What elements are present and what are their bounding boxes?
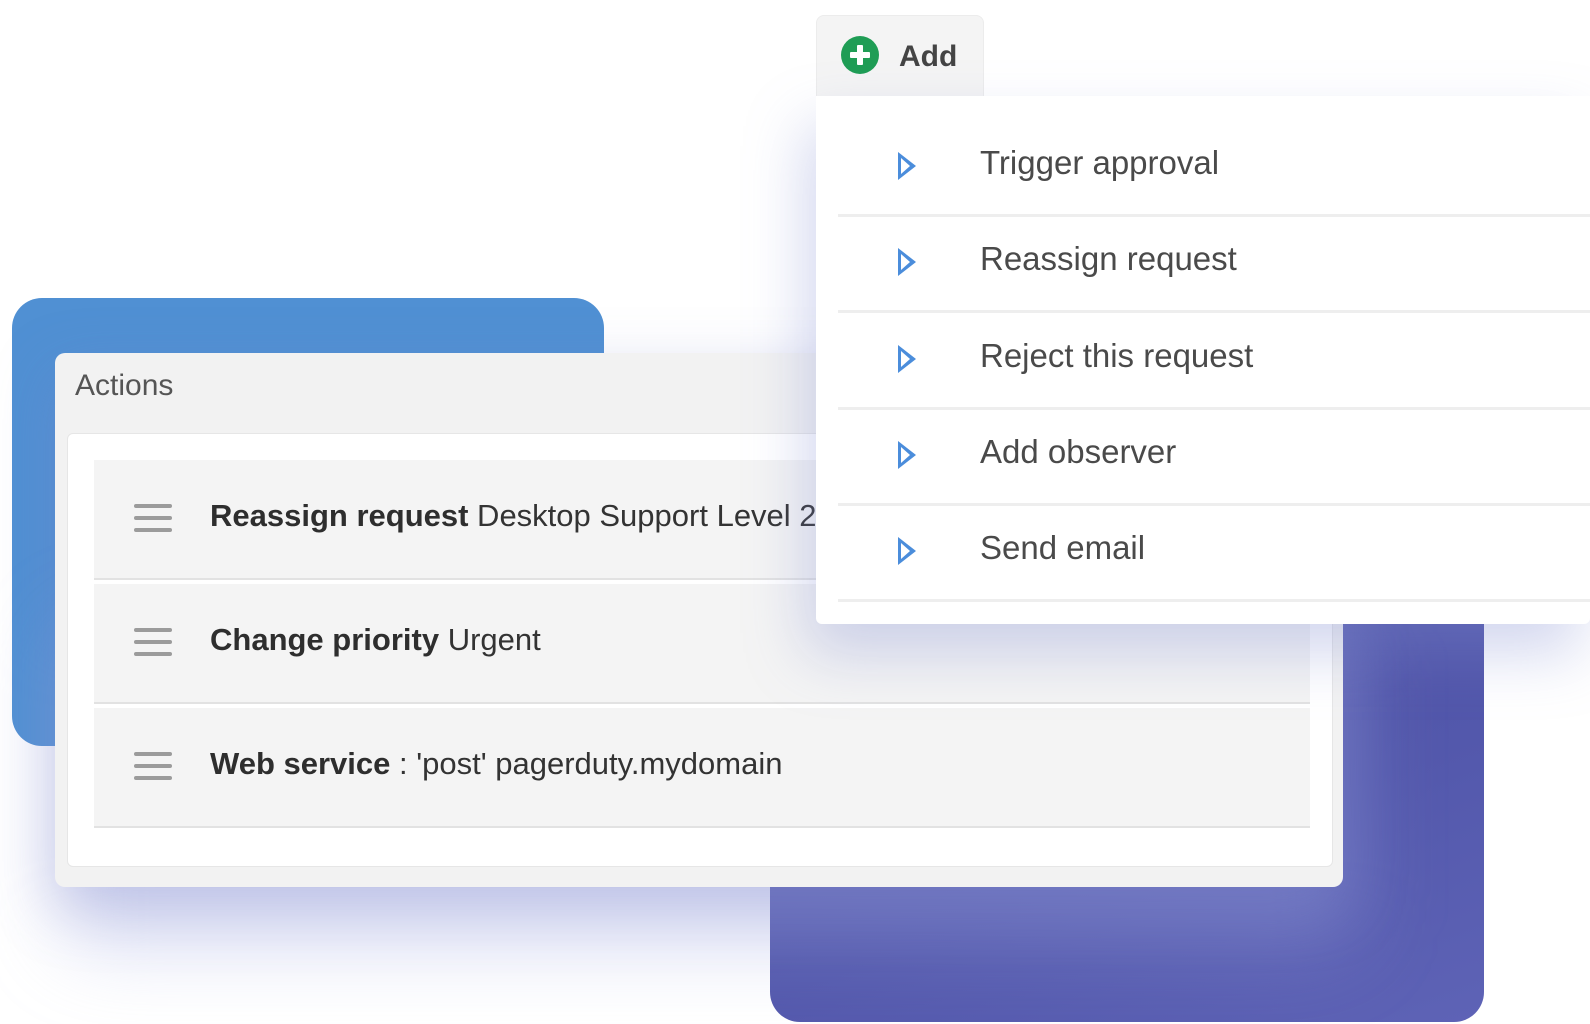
action-detail: Urgent [439,622,541,657]
action-row-text: Change priority Urgent [210,622,541,658]
menu-item-label: Send email [980,529,1146,566]
triangle-right-icon [898,537,916,565]
action-name: Change priority [210,622,440,657]
add-button[interactable]: Add [816,15,984,98]
menu-item-label: Add observer [980,433,1177,470]
menu-item-send-email[interactable]: Send email [838,503,1590,602]
actions-title: Actions [75,369,174,402]
menu-item-label: Reject this request [980,337,1254,374]
drag-handle-icon[interactable] [134,504,172,532]
menu-item-trigger-approval[interactable]: Trigger approval [838,118,1590,217]
action-row-text: Web service : 'post' pagerduty.mydomain [210,746,782,782]
action-row-text: Reassign request Desktop Support Level 2… [210,498,835,534]
action-detail: Desktop Support Level 2 - [468,498,836,533]
triangle-right-icon [898,345,916,373]
action-row-web-service[interactable]: Web service : 'post' pagerduty.mydomain [94,708,1310,828]
menu-item-reassign-request[interactable]: Reassign request [838,214,1590,313]
action-detail: : 'post' pagerduty.mydomain [390,746,783,781]
triangle-right-icon [898,248,916,276]
menu-item-reject-request[interactable]: Reject this request [838,311,1590,410]
plus-circle-icon [841,36,879,74]
drag-handle-icon[interactable] [134,628,172,656]
triangle-right-icon [898,441,916,469]
action-name: Reassign request [210,498,469,533]
add-button-label: Add [899,40,958,73]
action-name: Web service [210,746,391,781]
triangle-right-icon [898,152,916,180]
drag-handle-icon[interactable] [134,752,172,780]
menu-item-label: Trigger approval [980,144,1220,181]
menu-item-add-observer[interactable]: Add observer [838,407,1590,506]
add-dropdown-menu: Trigger approval Reassign request Reject… [816,96,1590,624]
menu-item-label: Reassign request [980,240,1237,277]
